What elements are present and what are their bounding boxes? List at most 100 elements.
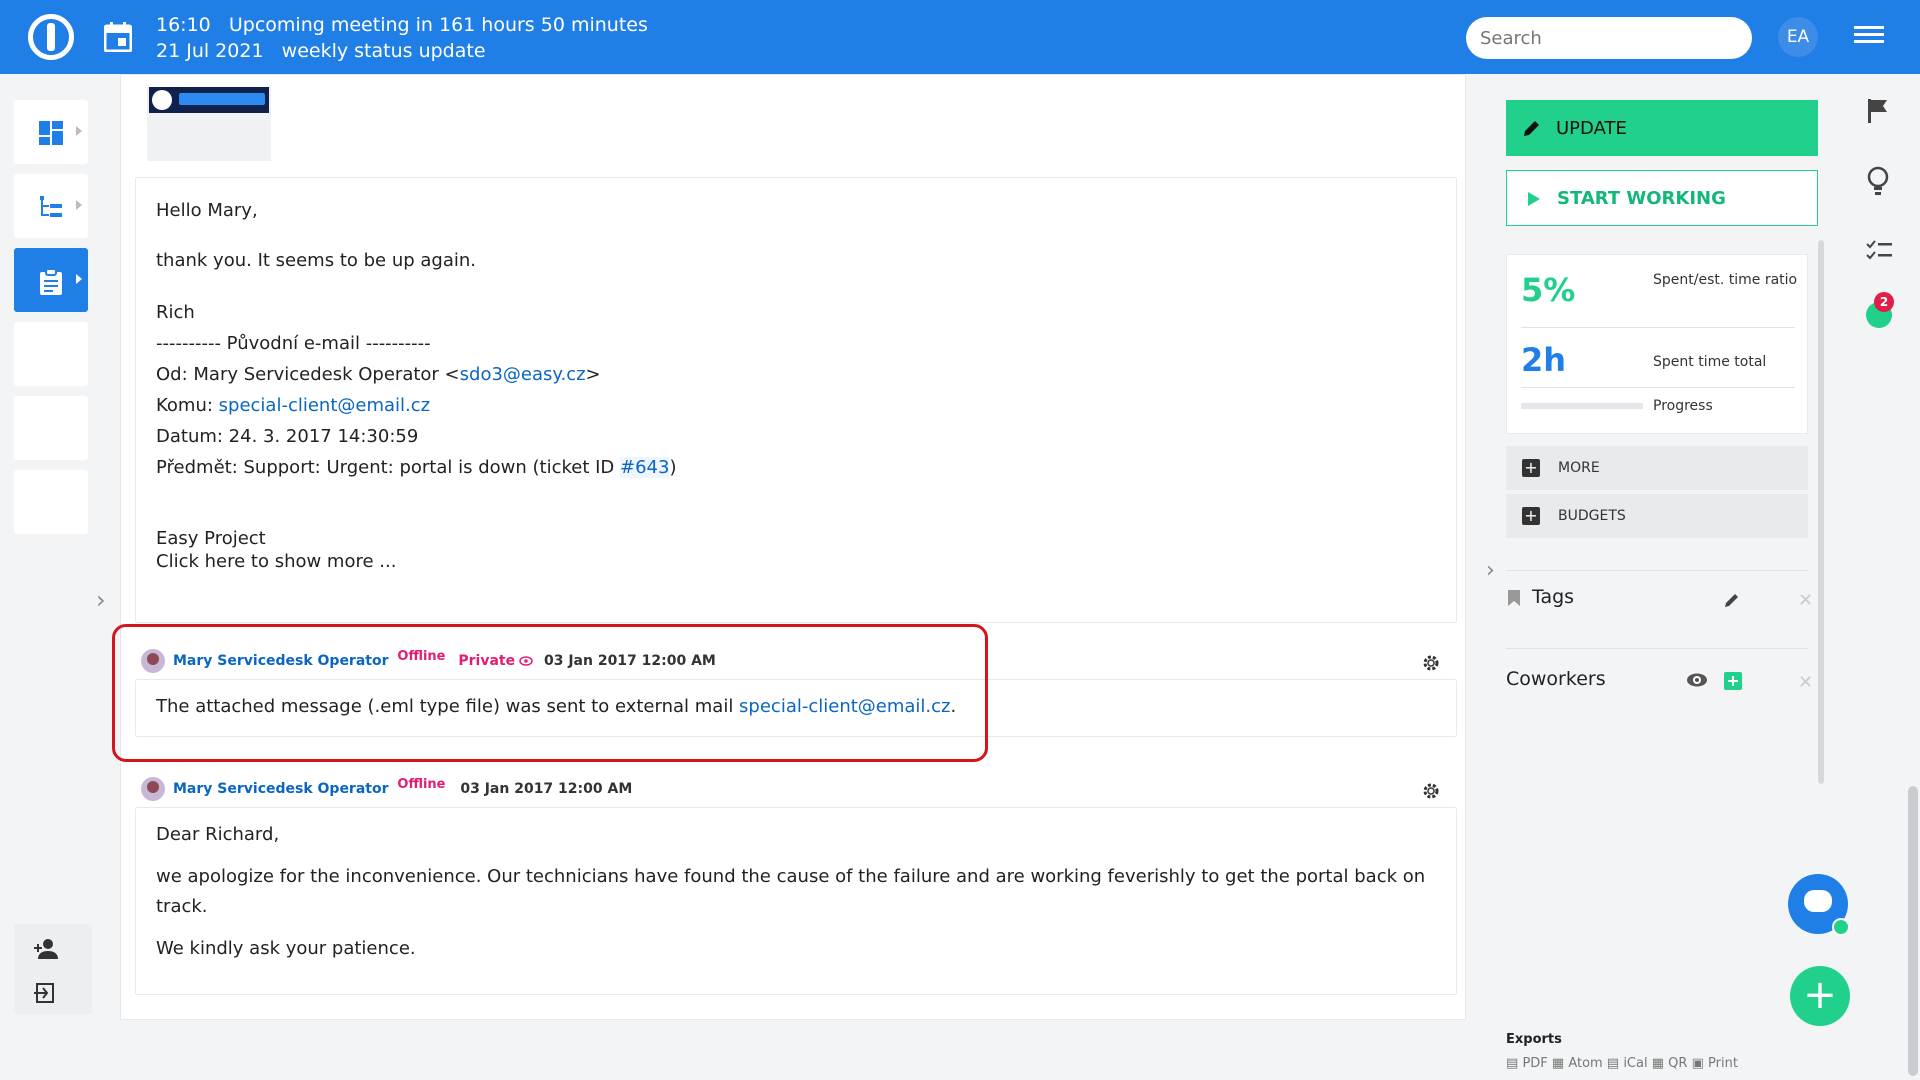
qr-icon: ▦	[1651, 1056, 1665, 1071]
gear-icon[interactable]	[1421, 781, 1441, 801]
comment-greeting: Dear Richard,	[156, 824, 280, 845]
nav-tasks[interactable]	[14, 248, 88, 312]
hamburger-menu-icon[interactable]	[1854, 26, 1884, 48]
export-print-link[interactable]: Print	[1708, 1056, 1738, 1071]
nav-bottom-actions	[14, 924, 92, 1014]
progress-bar	[1521, 403, 1643, 409]
pencil-icon	[1524, 121, 1539, 136]
clipboard-icon	[40, 268, 62, 295]
atom-icon: ▦	[1551, 1056, 1565, 1071]
email-subject: Předmět: Support: Urgent: portal is down…	[156, 457, 677, 478]
expand-nav-chevron-icon[interactable]: ›	[96, 586, 106, 614]
email-date: Datum: 24. 3. 2017 14:30:59	[156, 426, 419, 447]
ticket-link[interactable]: #643	[620, 457, 670, 478]
start-working-button[interactable]: START WORKING	[1506, 170, 1818, 226]
email-body-line: thank you. It seems to be up again.	[156, 250, 477, 271]
checklist-icon[interactable]	[1866, 240, 1892, 262]
nav-empty-2[interactable]	[14, 396, 88, 460]
comment-header: Mary Servicedesk Operator Offline 03 Jan…	[141, 777, 632, 801]
author-link[interactable]: Mary Servicedesk Operator	[173, 781, 389, 797]
app-logo-icon[interactable]	[28, 14, 74, 60]
export-links: ▤ PDF ▦ Atom ▤ iCal ▦ QR ▣ Print	[1506, 1056, 1738, 1071]
chat-button[interactable]	[1788, 874, 1850, 936]
highlight-annotation	[112, 624, 988, 762]
divider	[1521, 387, 1795, 388]
budgets-expander[interactable]: + BUDGETS	[1506, 494, 1808, 538]
pdf-icon: ▤	[1506, 1056, 1519, 1071]
top-bar: 16:10 Upcoming meeting in 161 hours 50 m…	[0, 0, 1920, 74]
issue-history: Hello Mary, thank you. It seems to be up…	[120, 74, 1466, 1020]
from-email-link[interactable]: sdo3@easy.cz	[460, 364, 586, 385]
comment-body: Dear Richard, we apologize for the incon…	[135, 807, 1457, 995]
add-fab-button[interactable]: +	[1790, 966, 1850, 1026]
divider	[1506, 570, 1808, 571]
comment-text-cont: track.	[156, 896, 208, 917]
divider	[1506, 648, 1808, 649]
exports-label: Exports	[1506, 1032, 1562, 1047]
attached-logo-image[interactable]	[147, 87, 271, 161]
logout-icon[interactable]	[34, 982, 56, 1004]
plus-icon: +	[1522, 507, 1540, 525]
nav-dashboard[interactable]	[14, 100, 88, 164]
spent-label: Spent time total	[1653, 354, 1767, 370]
meeting-countdown: Upcoming meeting in 161 hours 50 minutes	[228, 14, 648, 36]
collapse-sidebar-chevron-icon[interactable]: ›	[1486, 558, 1495, 583]
nav-empty-3[interactable]	[14, 470, 88, 534]
page-scrollbar[interactable]	[1908, 786, 1918, 1076]
export-atom-link[interactable]: Atom	[1568, 1056, 1602, 1071]
bookmark-icon	[1508, 590, 1520, 606]
divider	[1521, 327, 1795, 328]
export-pdf-link[interactable]: PDF	[1522, 1056, 1547, 1071]
email-original-separator: ---------- Původní e-mail ----------	[156, 333, 431, 354]
add-user-icon[interactable]	[34, 938, 60, 960]
export-ical-link[interactable]: iCal	[1623, 1056, 1647, 1071]
coworkers-label: Coworkers	[1506, 668, 1606, 690]
close-icon[interactable]: ✕	[1798, 672, 1813, 693]
issue-sidebar: UPDATE START WORKING 5% Spent/est. time …	[1486, 74, 1846, 1080]
current-date: 21 Jul 2021	[156, 40, 264, 62]
left-nav: ›	[0, 74, 120, 1080]
upcoming-meeting[interactable]: 16:10 Upcoming meeting in 161 hours 50 m…	[156, 12, 648, 64]
pencil-icon[interactable]	[1724, 590, 1742, 608]
meeting-title: weekly status update	[281, 40, 486, 62]
status-badge: Offline	[397, 777, 446, 792]
update-label: UPDATE	[1556, 117, 1627, 139]
export-qr-link[interactable]: QR	[1668, 1056, 1687, 1071]
tags-label: Tags	[1532, 586, 1575, 608]
email-signature: Rich	[156, 302, 195, 323]
print-icon: ▣	[1691, 1056, 1704, 1071]
progress-label: Progress	[1653, 398, 1713, 414]
user-avatar[interactable]: EA	[1778, 17, 1818, 57]
comment-date: 03 Jan 2017 12:00 AM	[460, 781, 633, 797]
comment-text: We kindly ask your patience.	[156, 938, 416, 959]
eye-icon[interactable]	[1686, 672, 1708, 688]
show-more-link[interactable]: Click here to show more ...	[156, 551, 396, 572]
timer-count-badge: 2	[1874, 292, 1894, 312]
more-expander[interactable]: + MORE	[1506, 446, 1808, 490]
add-coworker-icon[interactable]	[1724, 672, 1742, 690]
ratio-value: 5%	[1521, 271, 1576, 309]
update-button[interactable]: UPDATE	[1506, 100, 1818, 156]
lightbulb-icon[interactable]	[1866, 166, 1890, 196]
dashboard-icon	[39, 121, 63, 145]
flag-icon[interactable]	[1866, 98, 1890, 124]
to-email-link[interactable]: special-client@email.cz	[219, 395, 430, 416]
sidebar-scrollbar[interactable]	[1818, 240, 1824, 784]
more-label: MORE	[1558, 460, 1600, 476]
nav-empty-1[interactable]	[14, 322, 88, 386]
easy-project-text: Easy Project	[156, 528, 266, 549]
email-message: Hello Mary, thank you. It seems to be up…	[135, 177, 1457, 623]
calendar-icon[interactable]	[104, 22, 132, 52]
close-icon[interactable]: ✕	[1798, 590, 1813, 611]
search-input[interactable]	[1466, 17, 1752, 59]
email-from: Od: Mary Servicedesk Operator <sdo3@easy…	[156, 364, 601, 385]
spent-value: 2h	[1521, 341, 1567, 379]
nav-hierarchy[interactable]	[14, 174, 88, 238]
ical-icon: ▤	[1606, 1056, 1620, 1071]
current-time: 16:10	[156, 14, 211, 36]
tree-icon	[40, 196, 62, 217]
email-greeting: Hello Mary,	[156, 200, 258, 221]
author-avatar	[141, 777, 165, 801]
time-stats: 5% Spent/est. time ratio 2h Spent time t…	[1506, 254, 1808, 434]
gear-icon[interactable]	[1421, 653, 1441, 673]
